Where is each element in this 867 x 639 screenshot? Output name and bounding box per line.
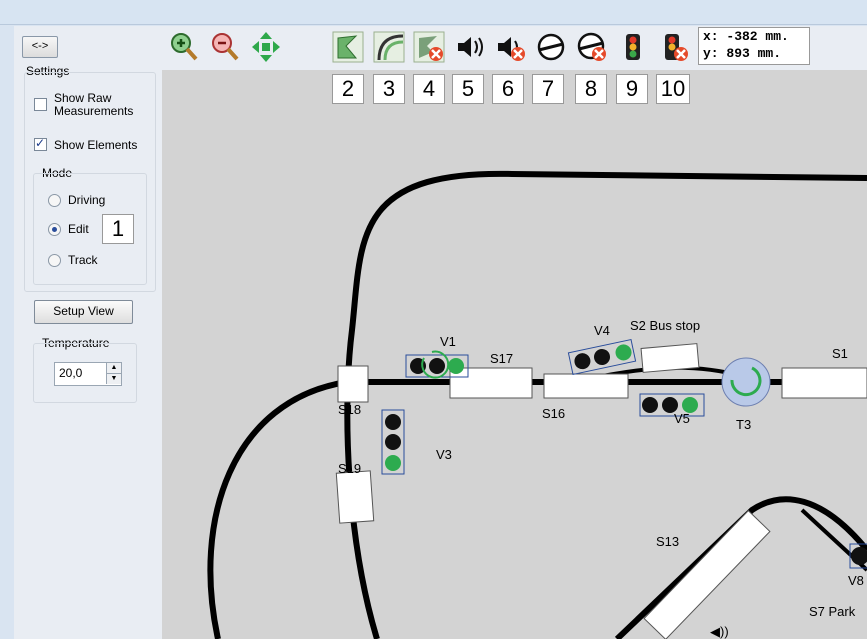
add-straight-track-icon[interactable]	[332, 30, 364, 64]
window-title-bar	[0, 0, 867, 25]
annotation-badge-3: 3	[373, 74, 405, 104]
label-s18: S18	[338, 402, 361, 417]
coordinates-readout: x: -382 mm. y: 893 mm.	[698, 27, 810, 65]
mode-label-edit: Edit	[68, 222, 89, 236]
label-v8: V8	[848, 573, 864, 588]
stepper-down-icon[interactable]: ▼	[106, 374, 121, 384]
label-s7: S7 Park	[809, 604, 856, 619]
temperature-stepper[interactable]: 20,0 ▲ ▼	[54, 362, 122, 386]
show-raw-checkbox[interactable]	[34, 98, 47, 111]
segment-s19[interactable]	[335, 470, 375, 524]
label-s2: S2 Bus stop	[630, 318, 700, 333]
label-s17: S17	[490, 351, 513, 366]
delete-signal-icon[interactable]	[658, 30, 690, 64]
fit-view-icon[interactable]	[250, 30, 282, 64]
label-s19: S19	[338, 461, 361, 476]
setup-view-button[interactable]: Setup View	[34, 300, 133, 324]
temperature-value: 20,0	[59, 366, 83, 380]
show-raw-label: Show Raw Measurements	[54, 91, 134, 118]
segment-s13[interactable]	[643, 509, 771, 639]
label-v3: V3	[436, 447, 452, 462]
annotation-badge-6: 6	[492, 74, 524, 104]
label-v4: V4	[594, 323, 610, 338]
segment-s18[interactable]	[337, 365, 369, 403]
collapse-panel-button[interactable]: <->	[22, 36, 58, 58]
label-s13: S13	[656, 534, 679, 549]
track-main-line[interactable]	[207, 379, 867, 639]
delete-turntable-icon[interactable]	[576, 30, 608, 64]
annotation-badge-10: 10	[656, 74, 690, 104]
label-s16: S16	[542, 406, 565, 421]
label-v5: V5	[674, 411, 690, 426]
sound-marker-icon[interactable]: ◀))	[710, 624, 729, 639]
segment-s17[interactable]	[449, 367, 533, 399]
annotation-badge-7: 7	[532, 74, 564, 104]
add-curved-track-icon[interactable]	[373, 30, 405, 64]
track-canvas[interactable]: ◀)) V1 S17 V4 S2 Bus stop S1 S18 S16 V5 …	[162, 70, 867, 639]
annotation-badge-1: 1	[102, 214, 134, 244]
turntable-t3[interactable]	[721, 357, 771, 407]
zoom-out-icon[interactable]	[209, 30, 241, 64]
coord-y: y: 893 mm.	[703, 46, 782, 61]
mode-radio-edit[interactable]	[48, 223, 61, 236]
segment-s1[interactable]	[781, 367, 867, 399]
stepper-up-icon[interactable]: ▲	[106, 363, 121, 374]
add-signal-icon[interactable]	[617, 30, 649, 64]
segment-s2[interactable]	[640, 343, 700, 373]
add-sound-icon[interactable]	[455, 30, 487, 64]
add-turntable-icon[interactable]	[535, 30, 567, 64]
track-outer-loop[interactable]	[344, 170, 867, 639]
mode-radio-driving[interactable]	[48, 194, 61, 207]
track-layout[interactable]: ◀)) V1 S17 V4 S2 Bus stop S1 S18 S16 V5 …	[162, 70, 867, 639]
coord-x: x: -382 mm.	[703, 29, 789, 44]
mode-radio-track[interactable]	[48, 254, 61, 267]
annotation-badge-2: 2	[332, 74, 364, 104]
delete-sound-icon[interactable]	[495, 30, 527, 64]
delete-track-icon[interactable]	[413, 30, 445, 64]
annotation-badge-4: 4	[413, 74, 445, 104]
zoom-in-icon[interactable]	[168, 30, 200, 64]
segment-s16[interactable]	[543, 373, 629, 399]
label-t3: T3	[736, 417, 751, 432]
annotation-badge-5: 5	[452, 74, 484, 104]
show-elements-checkbox[interactable]	[34, 136, 47, 151]
mode-label-track: Track	[68, 253, 98, 267]
label-s1: S1	[832, 346, 848, 361]
annotation-badge-8: 8	[575, 74, 607, 104]
show-elements-label: Show Elements	[54, 138, 138, 152]
annotation-badge-9: 9	[616, 74, 648, 104]
label-v1: V1	[440, 334, 456, 349]
signal-v3[interactable]	[381, 409, 405, 475]
mode-label-driving: Driving	[68, 193, 106, 207]
signal-v5[interactable]	[639, 393, 705, 417]
signal-v4[interactable]	[567, 338, 637, 376]
